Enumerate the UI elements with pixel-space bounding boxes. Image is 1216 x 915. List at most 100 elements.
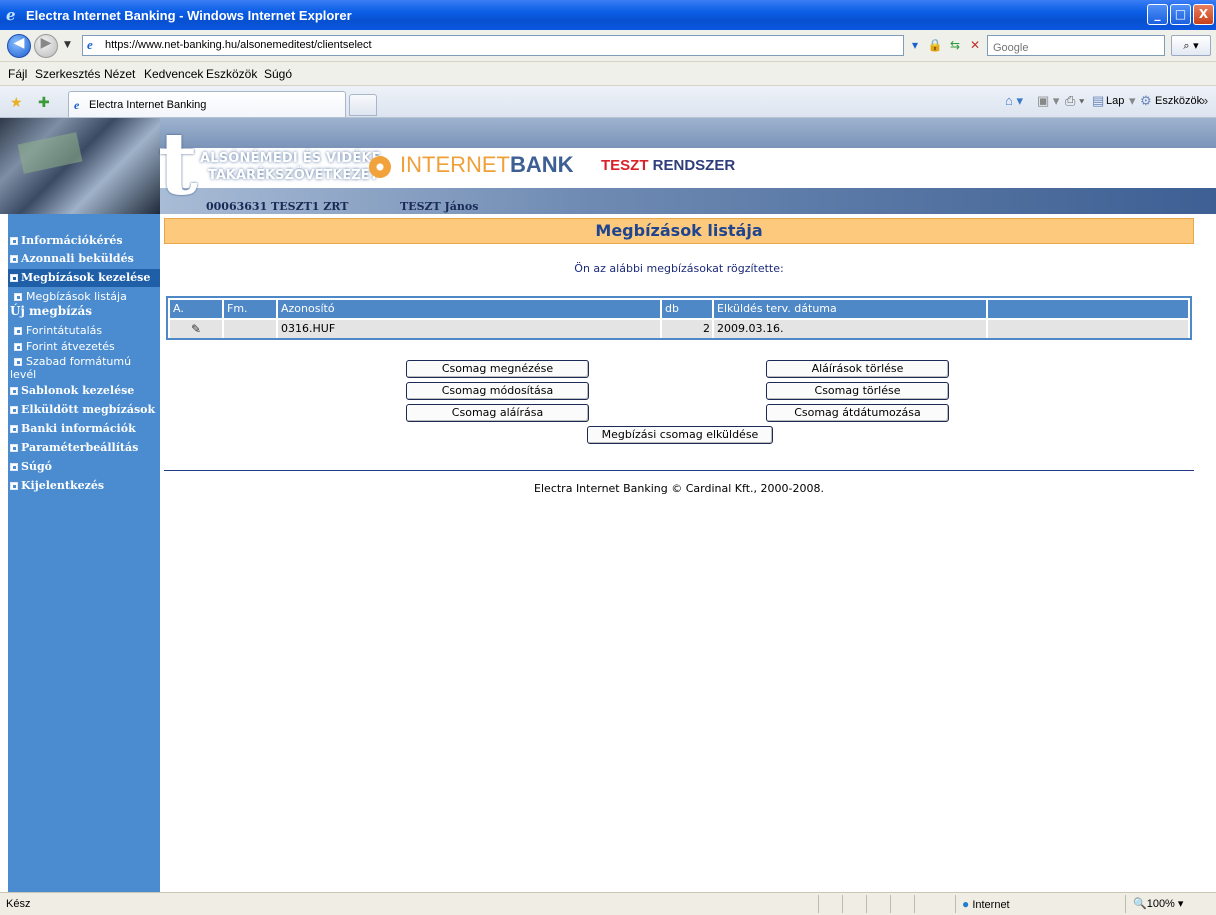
- sidebar-item-azonnali[interactable]: Azonnali beküldés: [8, 250, 160, 268]
- bullet-icon: [14, 358, 22, 366]
- bullet-icon: [10, 255, 18, 263]
- page-menu[interactable]: Lap: [1106, 95, 1124, 107]
- search-field[interactable]: [987, 35, 1165, 58]
- bullet-icon: [10, 444, 18, 452]
- favorites-star-icon[interactable]: ★: [10, 94, 23, 111]
- modify-package-button[interactable]: Csomag módosítása: [406, 382, 589, 400]
- delete-signatures-button[interactable]: Aláírások törlése: [766, 360, 949, 378]
- bullet-icon: [10, 406, 18, 414]
- sidebar-item-informaciokeres[interactable]: Információkérés: [8, 232, 160, 250]
- user-name: TESZT János: [400, 200, 479, 213]
- table-cell-fm: [224, 320, 276, 338]
- column-header-extra: [988, 300, 1188, 318]
- send-package-button[interactable]: Megbízási csomag elküldése: [587, 426, 773, 444]
- menu-favorites[interactable]: Kedvencek: [144, 67, 203, 81]
- bank-banner: t ALSÓNÉMEDI ÉS VIDÉKE TAKARÉKSZÖVETKEZE…: [0, 118, 1216, 214]
- redate-package-button[interactable]: Csomag átdátumozása: [766, 404, 949, 422]
- rendszer-word: RENDSZER: [648, 157, 736, 174]
- bullet-icon: [10, 463, 18, 471]
- bullet-icon: [10, 425, 18, 433]
- table-row-edit-cell[interactable]: ✎: [170, 320, 222, 338]
- window-title-bar[interactable]: ℯ Electra Internet Banking - Windows Int…: [0, 0, 1216, 30]
- back-button[interactable]: ◀: [7, 34, 31, 58]
- sidebar-item-level[interactable]: levél: [10, 368, 36, 381]
- internetbank-logo-icon: [369, 156, 391, 178]
- status-text: Kész: [6, 898, 31, 910]
- tab-electra[interactable]: e Electra Internet Banking: [68, 91, 346, 117]
- page-viewport: t ALSÓNÉMEDI ÉS VIDÉKE TAKARÉKSZÖVETKEZE…: [0, 118, 1216, 892]
- bank-name-line2: TAKARÉKSZÖVETKEZET: [208, 168, 379, 183]
- address-bar: ◀ ▶ ▼ e https://www.net-banking.hu/alson…: [0, 30, 1216, 62]
- zoom-icon: 🔍: [1133, 898, 1147, 910]
- menu-view[interactable]: Nézet: [104, 67, 135, 81]
- maximize-button[interactable]: □: [1170, 4, 1191, 25]
- banner-top-band: [160, 118, 1216, 148]
- tools-menu[interactable]: Eszközök: [1155, 95, 1202, 107]
- minimize-button[interactable]: _: [1147, 4, 1168, 25]
- delete-package-button[interactable]: Csomag törlése: [766, 382, 949, 400]
- pen-icon[interactable]: ✎: [173, 322, 201, 336]
- internetbank-logo: INTERNETBANK: [400, 152, 574, 178]
- banner-photo: [0, 118, 160, 214]
- close-button[interactable]: X: [1193, 4, 1214, 25]
- view-package-button[interactable]: Csomag megnézése: [406, 360, 589, 378]
- forward-button[interactable]: ▶: [34, 34, 58, 58]
- lock-icon[interactable]: 🔒: [926, 35, 944, 56]
- test-system-label: TESZT RENDSZER: [601, 157, 735, 174]
- status-bar: Kész ● Internet 🔍100% ▾: [0, 892, 1216, 915]
- orders-table: A. Fm. Azonosító db Elküldés terv. dátum…: [166, 296, 1192, 340]
- menu-tools[interactable]: Eszközök: [206, 67, 257, 81]
- menu-file[interactable]: Fájl: [8, 67, 27, 81]
- bullet-icon: [14, 343, 22, 351]
- table-cell-extra: [988, 320, 1188, 338]
- gear-icon: ⚙: [1140, 93, 1152, 108]
- more-chevron-icon[interactable]: »: [1201, 93, 1208, 108]
- sidebar-item-banki-info[interactable]: Banki információk: [8, 420, 160, 438]
- bullet-icon: [10, 237, 18, 245]
- bullet-icon: [14, 327, 22, 335]
- search-icon[interactable]: ⌕ ▾: [1171, 35, 1211, 56]
- page-title: Megbízások listája: [164, 218, 1194, 244]
- zoom-level: 100%: [1146, 898, 1175, 910]
- status-divider: [955, 895, 956, 913]
- bank-logo-icon: t: [158, 114, 198, 215]
- status-divider: [890, 895, 891, 913]
- add-favorites-icon[interactable]: ✚: [38, 94, 50, 111]
- history-dropdown-icon[interactable]: ▼: [64, 40, 71, 50]
- security-zone[interactable]: ● Internet: [962, 897, 1010, 911]
- url-dropdown-icon[interactable]: ▾: [906, 35, 924, 56]
- bullet-icon: [10, 274, 18, 282]
- url-text: https://www.net-banking.hu/alsonemedites…: [105, 39, 372, 51]
- tab-page-icon: e: [74, 98, 80, 112]
- bank-name-line1: ALSÓNÉMEDI ÉS VIDÉKE: [200, 151, 381, 166]
- sidebar-item-kijelentkezes[interactable]: Kijelentkezés: [8, 477, 160, 495]
- sidebar-item-sugo[interactable]: Súgó: [8, 458, 160, 476]
- sidebar-item-parameterbeallitas[interactable]: Paraméterbeállítás: [8, 439, 160, 457]
- new-tab-button[interactable]: [349, 94, 377, 116]
- search-input[interactable]: [988, 38, 1164, 58]
- print-icon[interactable]: ⎙ ▾: [1065, 93, 1084, 109]
- menu-help[interactable]: Súgó: [264, 67, 292, 81]
- status-divider: [1125, 895, 1126, 913]
- url-field[interactable]: e https://www.net-banking.hu/alsonemedit…: [82, 35, 904, 56]
- sidebar-item-elkuldott[interactable]: Elküldött megbízások: [8, 401, 160, 419]
- stop-icon[interactable]: ✕: [966, 35, 984, 56]
- teszt-word: TESZT: [601, 157, 649, 174]
- table-cell-azonosito: 0316.HUF: [278, 320, 660, 338]
- sidebar-item-megbizasok[interactable]: Megbízások kezelése: [8, 269, 160, 287]
- internet-word: INTERNET: [400, 152, 510, 177]
- sign-package-button[interactable]: Csomag aláírása: [406, 404, 589, 422]
- feeds-icon[interactable]: ▣ ▾: [1037, 93, 1059, 109]
- bank-word: BANK: [510, 152, 574, 177]
- zoom-control[interactable]: 🔍100% ▾: [1133, 897, 1183, 910]
- sidebar: Információkérés Azonnali beküldés Megbíz…: [8, 214, 160, 892]
- column-header-a: A.: [170, 300, 222, 318]
- page-chevron-down-icon[interactable]: ▾: [1129, 93, 1136, 109]
- sidebar-item-sablonok[interactable]: Sablonok kezelése: [8, 382, 160, 400]
- refresh-icon[interactable]: ⇆: [946, 35, 964, 56]
- main-content: Megbízások listája Ön az alábbi megbízás…: [164, 214, 1194, 892]
- home-icon[interactable]: ⌂ ▾: [1005, 93, 1023, 109]
- status-divider: [842, 895, 843, 913]
- table-cell-db: 2: [662, 320, 712, 338]
- menu-edit[interactable]: Szerkesztés: [35, 67, 100, 81]
